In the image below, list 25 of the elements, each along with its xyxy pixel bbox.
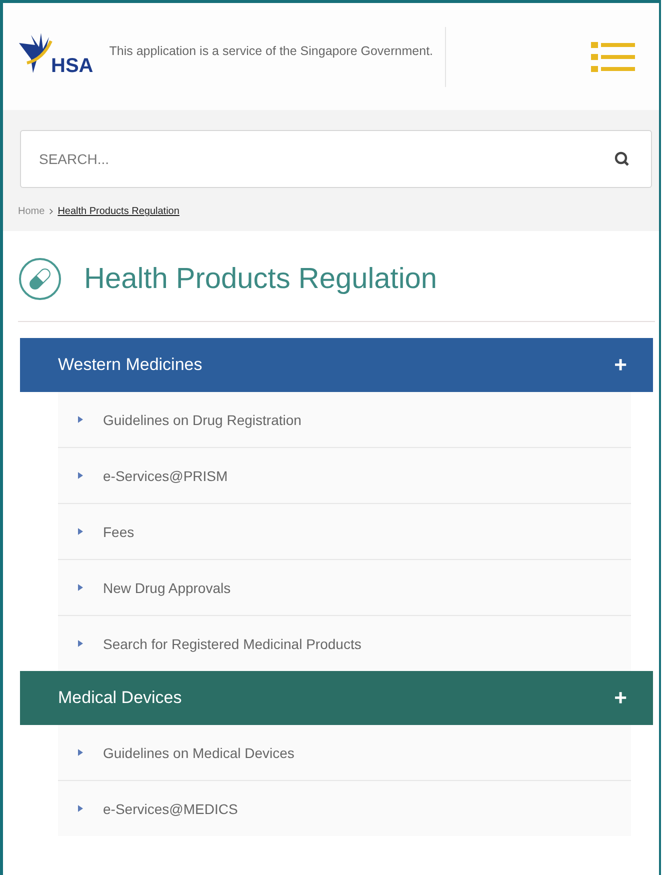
page-title: Health Products Regulation [84,262,438,296]
menu-link[interactable]: Guidelines on Medical Devices [58,725,631,781]
menu-link[interactable]: Fees [58,504,631,560]
logo-text: HSA [51,55,94,78]
bullet-icon [78,805,83,812]
section-header[interactable]: Medical Devices + [20,671,653,725]
bullet-icon [78,416,83,423]
tagline: This application is a service of the Singapore Government. [109,44,434,58]
bullet-icon [78,749,83,756]
menu-link[interactable]: Guidelines on Drug Registration [58,392,631,448]
search-icon[interactable] [614,151,630,167]
bullet-icon [78,584,83,591]
breadcrumb-separator-icon [48,208,54,215]
search-field[interactable]: SEARCH... [20,130,652,188]
breadcrumb-link[interactable]: Health Products Regulation [58,206,180,217]
capsule-icon [18,257,62,301]
breadcrumb-link[interactable]: Home [18,206,45,217]
bullet-icon [78,640,83,647]
menu-link[interactable]: Search for Registered Medicinal Products [58,616,631,671]
menu-link[interactable]: e-Services@MEDICS [58,781,631,836]
menu-link[interactable]: New Drug Approvals [58,560,631,616]
section-header[interactable]: Western Medicines + [20,338,653,392]
bullet-icon [78,528,83,535]
menu-link[interactable]: e-Services@PRISM [58,448,631,504]
bullet-icon [78,472,83,479]
